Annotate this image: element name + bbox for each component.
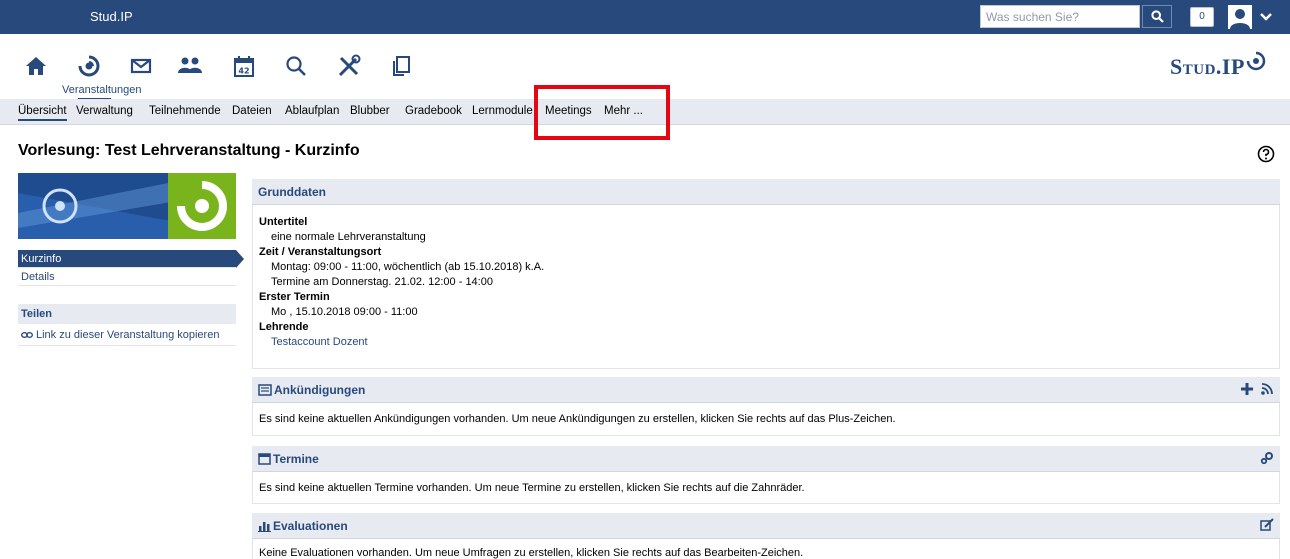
grunddaten-title: Grunddaten <box>258 184 326 199</box>
page-title: Vorlesung: Test Lehrveranstaltung - Kurz… <box>18 142 360 159</box>
tools-icon[interactable] <box>335 52 363 80</box>
search-button[interactable] <box>1142 5 1172 28</box>
community-icon[interactable] <box>176 52 204 80</box>
courses-icon[interactable] <box>75 52 103 80</box>
site-title[interactable]: Stud.IP <box>90 9 133 24</box>
evaluationen-text: Keine Evaluationen vorhanden. Um neue Um… <box>259 547 804 559</box>
copy-link-item[interactable]: Link zu dieser Veranstaltung kopieren <box>18 324 236 346</box>
termine-title: Termine <box>273 451 319 466</box>
copy-link-label: Link zu dieser Veranstaltung kopieren <box>36 328 220 341</box>
tab-gradebook[interactable]: Gradebook <box>405 105 462 117</box>
zeit-value-2: Termine am Donnerstag. 21.02. 12:00 - 14… <box>271 276 493 288</box>
notification-badge[interactable]: 0 <box>1190 7 1214 27</box>
ankuendigungen-box: Ankündigungen Es sind keine aktuellen An… <box>252 377 1280 436</box>
avatar[interactable] <box>1228 5 1252 29</box>
calendar-small-icon <box>258 453 271 465</box>
share-widget: Teilen Link zu dieser Veranstaltung kopi… <box>18 304 236 346</box>
zeit-label: Zeit / Veranstaltungsort <box>259 246 382 258</box>
termine-text: Es sind keine aktuellen Termine vorhande… <box>259 482 805 494</box>
news-icon <box>258 383 272 396</box>
tab-teilnehmende[interactable]: Teilnehmende <box>149 105 221 117</box>
grunddaten-body: Untertitel eine normale Lehrveranstaltun… <box>252 205 1280 369</box>
lehrende-link[interactable]: Testaccount Dozent <box>259 335 1273 350</box>
edit-icon[interactable] <box>1260 518 1274 532</box>
erster-termin-label: Erster Termin <box>259 291 330 303</box>
logo-icon <box>1246 51 1266 71</box>
ankuendigungen-text: Es sind keine aktuellen Ankündigungen vo… <box>259 413 896 425</box>
files-icon[interactable] <box>387 52 415 80</box>
ankuendigungen-header: Ankündigungen <box>252 377 1280 403</box>
evaluationen-title: Evaluationen <box>273 518 348 533</box>
home-icon[interactable] <box>22 52 50 80</box>
tab-ablaufplan[interactable]: Ablaufplan <box>285 105 339 117</box>
tab-uebersicht[interactable]: Übersicht <box>18 105 67 121</box>
ankuendigungen-title: Ankündigungen <box>274 382 366 397</box>
termine-header: Termine <box>252 446 1280 472</box>
messages-icon[interactable] <box>127 52 155 80</box>
help-icon[interactable] <box>1257 145 1275 163</box>
untertitel-label: Untertitel <box>259 216 308 228</box>
top-bar: Stud.IP 0 <box>0 0 1290 34</box>
user-icon <box>1230 9 1250 29</box>
sidebar-item-details[interactable]: Details <box>18 268 236 286</box>
evaluationen-body: Keine Evaluationen vorhanden. Um neue Um… <box>252 539 1280 559</box>
highlight-annotation <box>534 85 670 140</box>
zeit-value-1: Montag: 09:00 - 11:00, wöchentlich (ab 1… <box>271 261 545 273</box>
evaluationen-header: Evaluationen <box>252 513 1280 539</box>
rss-icon[interactable] <box>1260 382 1274 396</box>
tab-blubber[interactable]: Blubber <box>350 105 390 117</box>
nav-active-label[interactable]: Veranstaltungen <box>62 84 142 96</box>
tab-verwaltung[interactable]: Verwaltung <box>76 105 133 117</box>
sidebar-item-kurzinfo[interactable]: Kurzinfo <box>18 250 244 268</box>
chart-icon <box>258 521 271 532</box>
add-icon[interactable] <box>1240 382 1254 396</box>
course-image <box>18 173 236 239</box>
evaluationen-box: Evaluationen Keine Evaluationen vorhande… <box>252 513 1280 559</box>
tab-dateien[interactable]: Dateien <box>232 105 272 117</box>
search-nav-icon[interactable] <box>282 52 310 80</box>
termine-box: Termine Es sind keine aktuellen Termine … <box>252 446 1280 504</box>
termine-body: Es sind keine aktuellen Termine vorhande… <box>252 472 1280 504</box>
calendar-icon[interactable]: 42 <box>230 52 258 80</box>
studip-logo[interactable]: Stud.IP <box>1170 47 1266 87</box>
erster-termin-value: Mo , 15.10.2018 09:00 - 11:00 <box>271 306 418 318</box>
share-title: Teilen <box>18 304 236 324</box>
grunddaten-box: Grunddaten Untertitel eine normale Lehrv… <box>252 179 1280 369</box>
ankuendigungen-body: Es sind keine aktuellen Ankündigungen vo… <box>252 403 1280 436</box>
search-input[interactable] <box>980 5 1140 28</box>
grunddaten-header: Grunddaten <box>252 179 1280 205</box>
tab-lernmodule[interactable]: Lernmodule <box>472 105 533 117</box>
gears-icon[interactable] <box>1260 451 1274 465</box>
logo-text: Stud.IP <box>1170 54 1245 79</box>
sidebar-navigation: Kurzinfo Details <box>18 250 244 286</box>
lehrende-label: Lehrende <box>259 321 309 333</box>
search-icon <box>1150 10 1164 23</box>
chevron-down-icon[interactable] <box>1258 9 1274 25</box>
link-icon <box>21 331 33 338</box>
calendar-day-label: 42 <box>238 67 249 76</box>
untertitel-value: eine normale Lehrveranstaltung <box>271 231 426 243</box>
